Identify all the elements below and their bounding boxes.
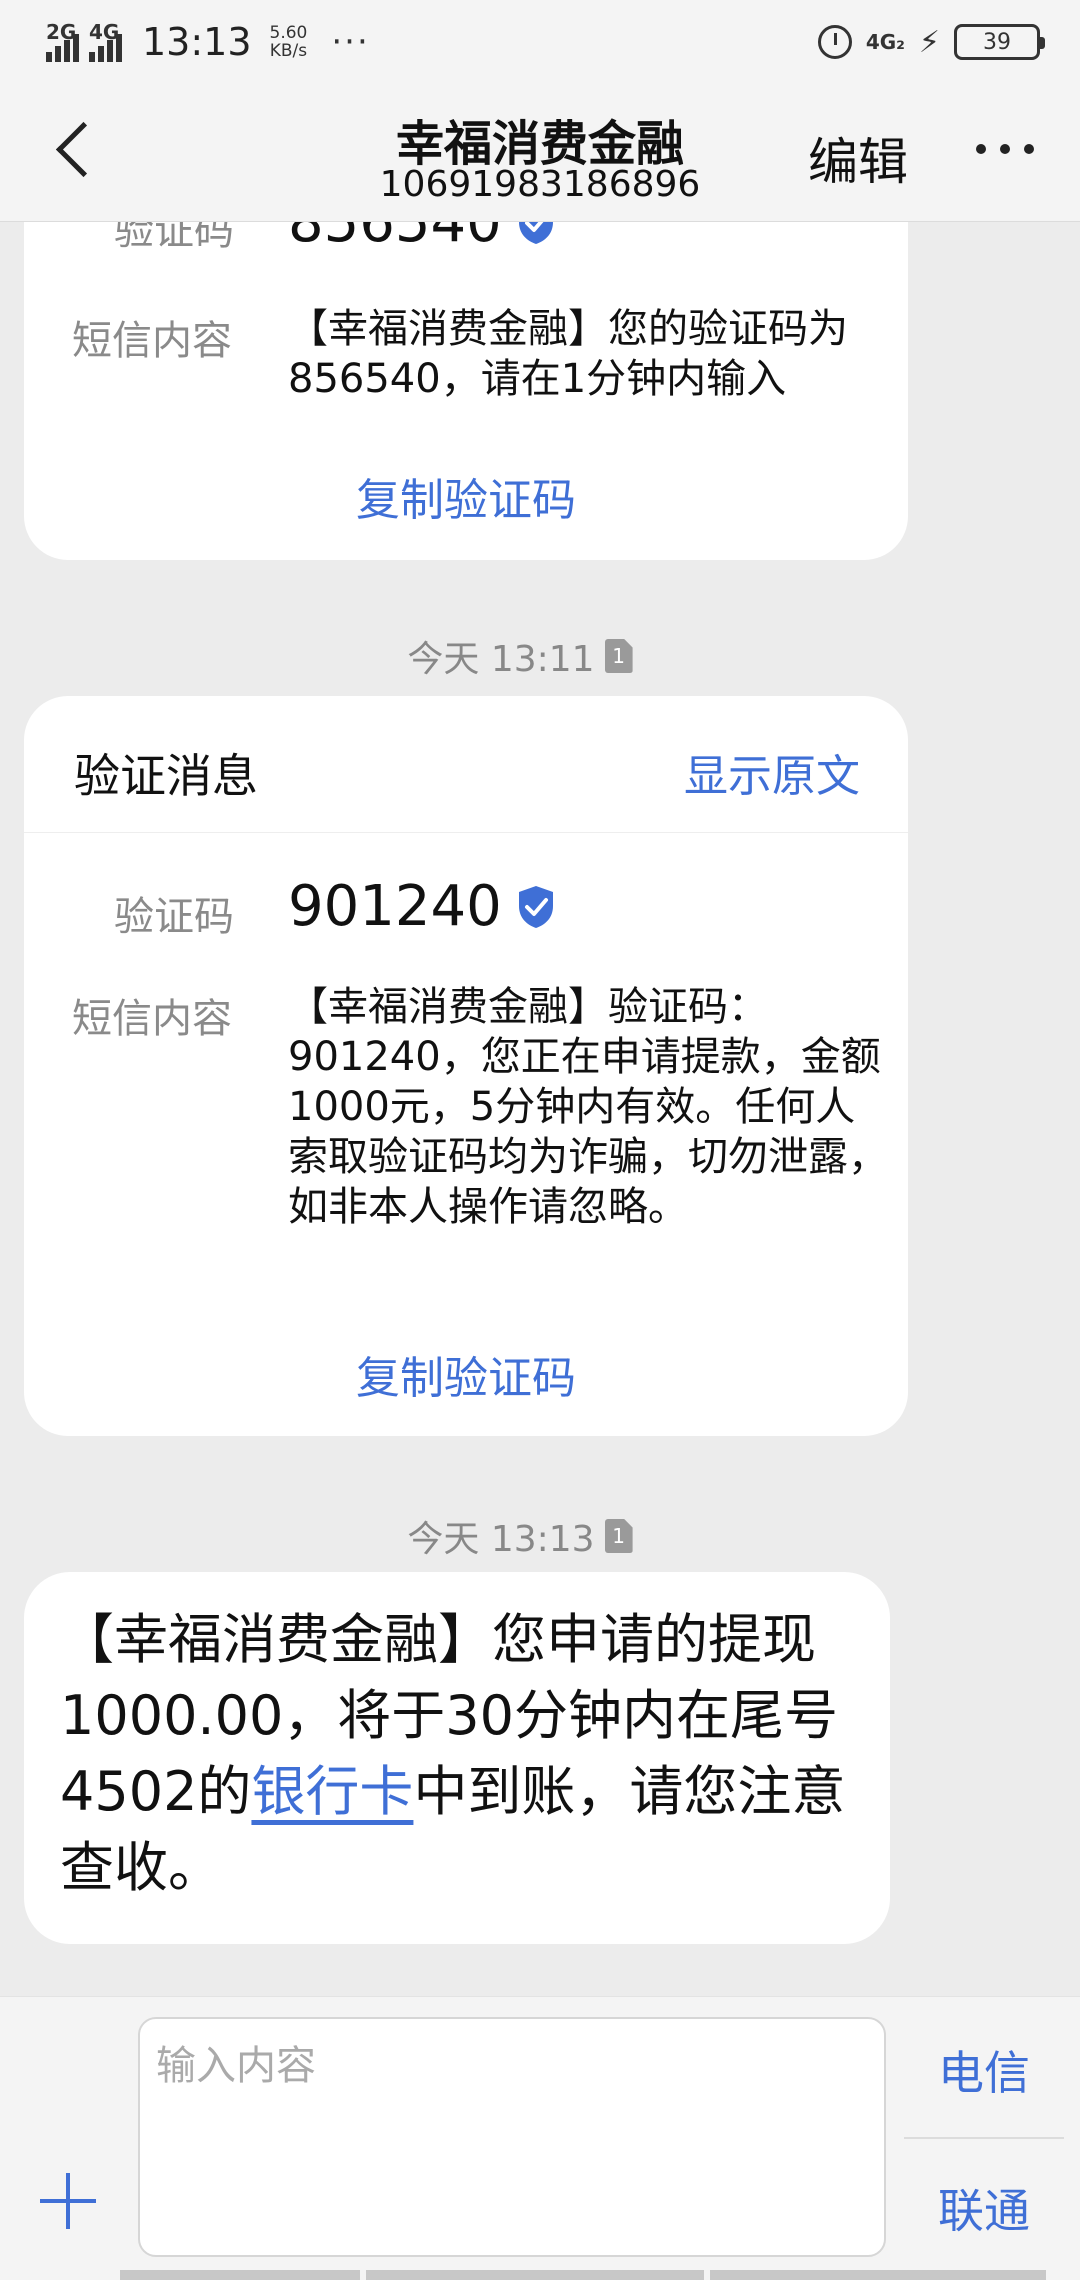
card-title: 验证消息 xyxy=(74,749,258,803)
verification-code[interactable]: 901240 xyxy=(288,874,556,939)
message-timestamp: 今天 13:11 1 xyxy=(0,630,1040,682)
send-divider xyxy=(904,2137,1064,2139)
copy-code-button[interactable]: 复制验证码 xyxy=(24,464,908,528)
message-text: 【幸福消费金融】您申请的提现1000.00，将于30分钟内在尾号4502的银行卡… xyxy=(60,1608,846,1899)
copy-code-button[interactable]: 复制验证码 xyxy=(24,1342,908,1406)
sms-content: 【幸福消费金融】您的验证码为856540，请在1分钟内输入 xyxy=(288,306,848,402)
code-label: 验证码 xyxy=(114,894,234,940)
show-original-button[interactable]: 显示原文 xyxy=(684,740,860,804)
sms-content: 【幸福消费金融】验证码：901240，您正在申请提款，金额1000元，5分钟内有… xyxy=(288,984,888,1230)
alarm-icon xyxy=(817,25,852,59)
more-options-icon-top[interactable] xyxy=(976,144,1034,154)
verification-card-2: 验证消息 显示原文 验证码 901240 短信内容 【幸福消费金融】验证码：90… xyxy=(24,696,908,1436)
status-time: 13:13 xyxy=(142,20,252,64)
more-notifications-icon: ··· xyxy=(331,22,370,62)
content-label: 短信内容 xyxy=(72,318,232,364)
content-label: 短信内容 xyxy=(72,996,232,1042)
compose-bar: 电信 联通 xyxy=(0,1996,1080,2280)
verified-shield-icon xyxy=(518,885,553,928)
sim-card-icon: 1 xyxy=(604,1519,633,1553)
keyboard-hint-bars xyxy=(120,2270,1046,2280)
network-speed: 5.60 KB/s xyxy=(269,23,308,61)
bank-card-link[interactable]: 银行卡 xyxy=(251,1760,413,1823)
battery-icon: 39 xyxy=(954,24,1045,60)
add-attachment-button[interactable] xyxy=(40,2173,96,2229)
edit-button-top[interactable]: 编辑 xyxy=(808,122,908,194)
sim-card-icon: 1 xyxy=(604,639,633,673)
signal-icon-2g: 2G xyxy=(46,20,79,62)
contact-number-top: 10691983186896 xyxy=(379,164,701,205)
send-sim2-button[interactable]: 联通 xyxy=(904,2175,1064,2241)
status-left: 2G 4G 13:13 5.60 KB/s ··· xyxy=(46,20,370,64)
signal-icon-4g: 4G xyxy=(89,20,122,62)
card-divider xyxy=(24,832,908,833)
status-bar: 2G 4G 13:13 5.60 KB/s ··· 4G₂ ⚡ 39 xyxy=(0,0,1080,84)
send-sim1-button[interactable]: 电信 xyxy=(904,2037,1064,2103)
message-input[interactable] xyxy=(138,2017,886,2257)
message-timestamp: 今天 13:13 1 xyxy=(0,1510,1040,1562)
conversation-header-top: 幸福消费金融 10691983186896 编辑 xyxy=(0,84,1080,222)
charging-icon: ⚡ xyxy=(918,24,940,60)
network-4g-icon: 4G₂ xyxy=(865,30,905,54)
message-bubble[interactable]: 【幸福消费金融】您申请的提现1000.00，将于30分钟内在尾号4502的银行卡… xyxy=(24,1572,890,1944)
status-right: 4G₂ ⚡ 39 xyxy=(817,24,1045,60)
sms-conversation-screen: 2G 4G 13:13 5.60 KB/s ··· 4G₂ ⚡ 39 幸福消费金… xyxy=(0,0,1080,2280)
